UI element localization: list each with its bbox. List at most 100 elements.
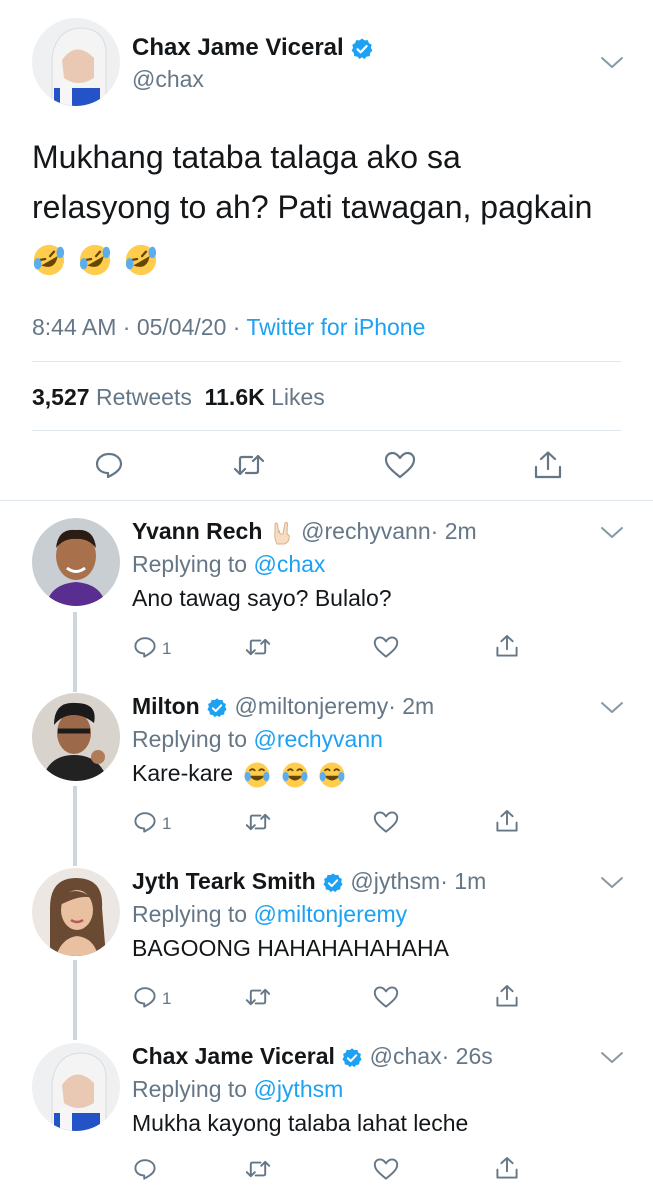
author-name[interactable]: Milton bbox=[132, 693, 200, 719]
chevron-down-icon[interactable] bbox=[600, 701, 624, 715]
reply-timestamp[interactable]: · 1m bbox=[440, 868, 486, 894]
reply-header: Milton @miltonjeremy· 2m bbox=[132, 693, 434, 720]
avatar[interactable] bbox=[32, 868, 120, 956]
avatar-image bbox=[32, 1043, 120, 1131]
author-name[interactable]: Yvann Rech bbox=[132, 518, 262, 544]
tweet-source-link[interactable]: Twitter for iPhone bbox=[246, 314, 425, 340]
author-handle[interactable]: @chax bbox=[370, 1043, 442, 1069]
divider bbox=[32, 361, 621, 362]
reply-icon[interactable] bbox=[94, 450, 124, 480]
verified-badge-icon bbox=[207, 698, 227, 718]
reply-tweet[interactable]: Yvann Rech @rechyvann· 2m Replying to @c… bbox=[0, 518, 653, 678]
replying-to-handle[interactable]: @jythsm bbox=[253, 1076, 343, 1102]
reply-tweet[interactable]: Jyth Teark Smith @jythsm· 1m Replying to… bbox=[0, 868, 653, 1028]
reply-text: Ano tawag sayo? Bulalo? bbox=[132, 585, 392, 611]
author-name[interactable]: Chax Jame Viceral bbox=[132, 1043, 335, 1069]
tweet-timestamp[interactable]: 8:44 AM · 05/04/20 · bbox=[32, 314, 246, 340]
replying-to-label: Replying to bbox=[132, 726, 254, 752]
share-icon[interactable] bbox=[533, 450, 563, 480]
tweet-metadata: 8:44 AM · 05/04/20 · Twitter for iPhone bbox=[32, 314, 425, 341]
reply-icon[interactable] bbox=[133, 985, 157, 1009]
reply-count: 1 bbox=[162, 639, 172, 658]
retweet-icon[interactable] bbox=[244, 810, 272, 834]
avatar-image bbox=[32, 518, 120, 606]
reply-timestamp[interactable]: · 26s bbox=[442, 1043, 493, 1069]
chevron-down-icon[interactable] bbox=[600, 526, 624, 540]
like-heart-icon[interactable] bbox=[373, 1157, 399, 1181]
reply-tweet[interactable]: Milton @miltonjeremy· 2m Replying to @re… bbox=[0, 693, 653, 853]
reply-timestamp[interactable]: · 2m bbox=[431, 518, 477, 544]
tweet-text-line-1: Mukhang tataba talaga ako sa bbox=[32, 139, 461, 175]
replying-to-label: Replying to bbox=[132, 901, 254, 927]
divider bbox=[32, 430, 621, 431]
retweets-count: 3,527 bbox=[32, 384, 90, 410]
replying-to-label: Replying to bbox=[132, 551, 254, 577]
rolling-on-floor-laughing-emoji-icon bbox=[79, 244, 111, 275]
face-with-tears-of-joy-emoji-icon bbox=[282, 762, 308, 788]
tweet-emojis bbox=[32, 232, 632, 282]
verified-badge-icon bbox=[342, 1048, 362, 1068]
retweets-stat[interactable]: 3,527 Retweets bbox=[32, 384, 192, 410]
author-handle[interactable]: @jythsm bbox=[350, 868, 440, 894]
likes-count: 11.6K bbox=[204, 384, 265, 410]
reply-header: Jyth Teark Smith @jythsm· 1m bbox=[132, 868, 486, 895]
retweet-icon[interactable] bbox=[244, 635, 272, 659]
share-icon[interactable] bbox=[495, 809, 519, 833]
chevron-down-icon[interactable] bbox=[600, 1051, 624, 1065]
reply-text-content: Kare-kare bbox=[132, 760, 233, 786]
reply-header: Chax Jame Viceral @chax· 26s bbox=[132, 1043, 493, 1070]
reply-text: Kare-kare bbox=[132, 760, 349, 789]
replying-to-handle[interactable]: @chax bbox=[253, 551, 325, 577]
likes-stat[interactable]: 11.6K Likes bbox=[205, 384, 325, 410]
like-heart-icon[interactable] bbox=[384, 450, 416, 480]
verified-badge-icon bbox=[351, 38, 373, 59]
reply-text: BAGOONG HAHAHAHAHAHA bbox=[132, 935, 449, 961]
replying-to-handle[interactable]: @rechyvann bbox=[253, 726, 382, 752]
likes-label: Likes bbox=[271, 384, 325, 410]
avatar[interactable] bbox=[32, 518, 120, 606]
reply-timestamp[interactable]: · 2m bbox=[388, 693, 434, 719]
rolling-on-floor-laughing-emoji-icon bbox=[33, 244, 65, 275]
reply-icon[interactable] bbox=[133, 1157, 157, 1181]
share-icon[interactable] bbox=[495, 984, 519, 1008]
reply-text: Mukha kayong talaba lahat leche bbox=[132, 1110, 469, 1136]
reply-count: 1 bbox=[162, 814, 172, 833]
replying-to: Replying to @jythsm bbox=[132, 1076, 343, 1103]
face-with-tears-of-joy-emoji-icon bbox=[244, 762, 270, 788]
author-handle[interactable]: @chax bbox=[132, 66, 204, 93]
avatar-image bbox=[32, 18, 120, 106]
replying-to-handle[interactable]: @miltonjeremy bbox=[253, 901, 407, 927]
chevron-down-icon[interactable] bbox=[600, 56, 624, 70]
reply-header: Yvann Rech @rechyvann· 2m bbox=[132, 518, 477, 546]
avatar[interactable] bbox=[32, 1043, 120, 1131]
reply-count: 1 bbox=[162, 989, 172, 1008]
reply-icon[interactable] bbox=[133, 635, 157, 659]
retweet-icon[interactable] bbox=[244, 985, 272, 1009]
reply-tweet[interactable]: Chax Jame Viceral @chax· 26s Replying to… bbox=[0, 1043, 653, 1200]
retweet-icon[interactable] bbox=[232, 450, 266, 480]
reply-icon[interactable] bbox=[133, 810, 157, 834]
share-icon[interactable] bbox=[495, 634, 519, 658]
author-name[interactable]: Jyth Teark Smith bbox=[132, 868, 316, 894]
author-name[interactable]: Chax Jame Viceral bbox=[132, 34, 374, 62]
author-name-text: Chax Jame Viceral bbox=[132, 34, 344, 61]
divider bbox=[0, 500, 653, 501]
rock-on-hand-emoji-icon bbox=[274, 521, 290, 545]
tweet-text-line-2: relasyong to ah? Pati tawagan, pagkain bbox=[32, 189, 593, 225]
avatar[interactable] bbox=[32, 693, 120, 781]
like-heart-icon[interactable] bbox=[373, 985, 399, 1009]
tweet-stats: 3,527 Retweets 11.6K Likes bbox=[32, 384, 325, 411]
replying-to: Replying to @chax bbox=[132, 551, 325, 578]
like-heart-icon[interactable] bbox=[373, 810, 399, 834]
author-handle[interactable]: @rechyvann bbox=[301, 518, 430, 544]
like-heart-icon[interactable] bbox=[373, 635, 399, 659]
verified-badge-icon bbox=[323, 873, 343, 893]
chevron-down-icon[interactable] bbox=[600, 876, 624, 890]
replying-to-label: Replying to bbox=[132, 1076, 254, 1102]
author-handle[interactable]: @miltonjeremy bbox=[234, 693, 388, 719]
face-with-tears-of-joy-emoji-icon bbox=[319, 762, 345, 788]
share-icon[interactable] bbox=[495, 1156, 519, 1180]
avatar[interactable] bbox=[32, 18, 120, 106]
retweet-icon[interactable] bbox=[244, 1157, 272, 1181]
rolling-on-floor-laughing-emoji-icon bbox=[125, 244, 156, 275]
